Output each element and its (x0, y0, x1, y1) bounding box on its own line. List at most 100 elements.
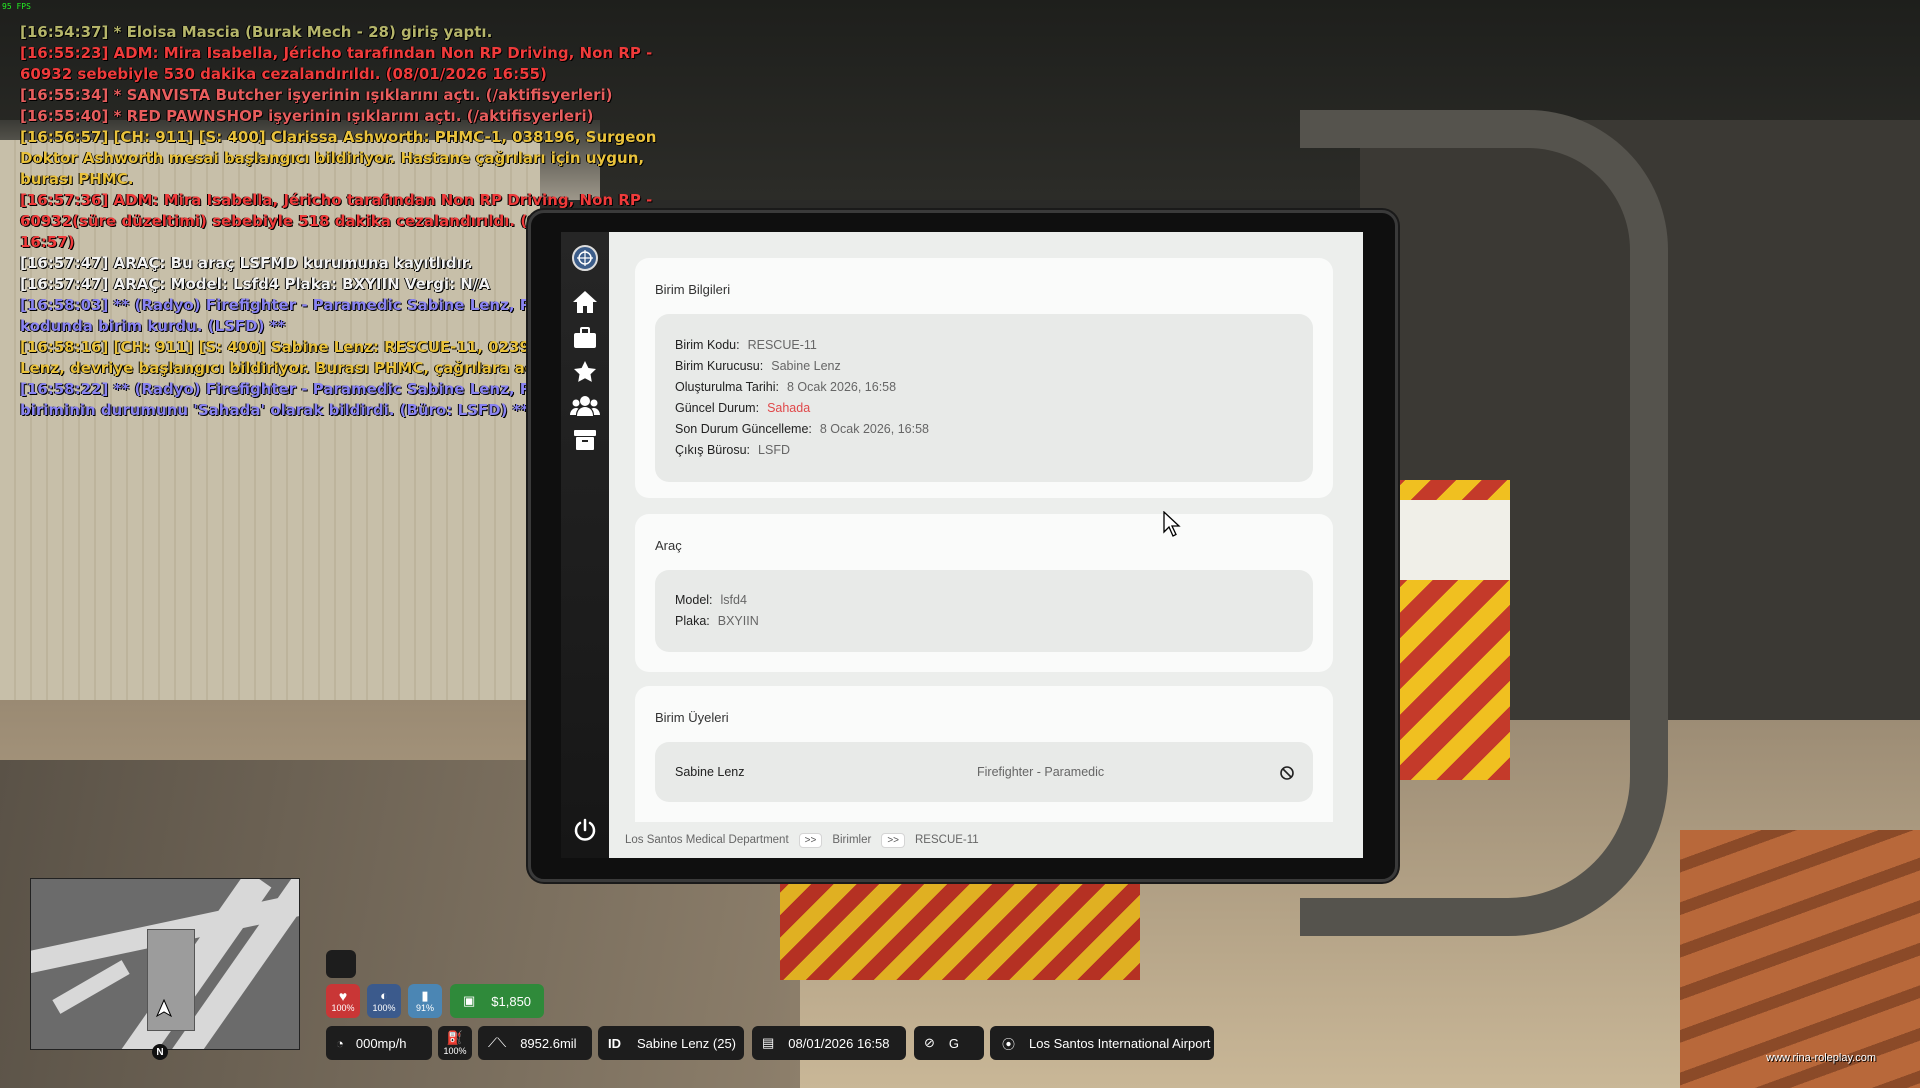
money-display: ▣ $1,850 (450, 984, 544, 1018)
map-road (52, 960, 130, 1014)
unit-info-details: Birim Kodu: RESCUE-11 Birim Kurucusu: Sabi… (655, 314, 1313, 482)
fuel-gauge: ⛽ 100% (438, 1026, 472, 1060)
member-role: Firefighter - Paramedic (977, 765, 1105, 779)
thirst-value: 91% (415, 1003, 434, 1013)
field-label: Oluşturulma Tarihi: (675, 380, 779, 394)
vehicle-card: Araç Model: lsfd4 Plaka: BXYIIN (635, 514, 1333, 672)
field-value: LSFD (758, 443, 790, 457)
department-logo-icon[interactable] (569, 242, 601, 274)
vehicle-plate-row: Plaka: BXYIIN (675, 614, 759, 628)
office-row: Çıkış Bürosu: LSFD (675, 443, 790, 457)
calendar-icon: ▤ (762, 1035, 775, 1050)
field-value: 8 Ocak 2026, 16:58 (819, 422, 929, 436)
field-label: Çıkış Bürosu: (675, 443, 751, 457)
members-card: Birim Üyeleri Sabine Lenz Firefighter - … (635, 686, 1333, 822)
archive-icon[interactable] (569, 424, 601, 456)
last-update-row: Son Durum Güncelleme: 8 Ocak 2026, 16:58 (675, 422, 929, 436)
mdt-tablet: Birim Bilgileri Birim Kodu: RESCUE-11 Bir… (528, 210, 1398, 882)
voice-indicator (326, 950, 356, 978)
users-icon[interactable] (569, 390, 601, 422)
unit-code-row: Birim Kodu: RESCUE-11 (675, 338, 817, 352)
player-id: ID Sabine Lenz (25) (598, 1026, 744, 1060)
hunger-stat: ◐ 100% (367, 984, 401, 1018)
water-bottle-icon: ▮ (421, 988, 429, 1003)
chat-line: [16:55:40] * RED PAWNSHOP işyerinin ışık… (20, 107, 594, 125)
created-date-row: Oluşturulma Tarihi: 8 Ocak 2026, 16:58 (675, 380, 896, 394)
field-value: lsfd4 (720, 593, 747, 607)
location-value: Los Santos International Airport (1029, 1035, 1211, 1051)
unit-creator-row: Birim Kurucusu: Sabine Lenz (675, 359, 841, 373)
member-name: Sabine Lenz (675, 765, 745, 779)
breadcrumb-current-unit: RESCUE-11 (915, 834, 979, 846)
breadcrumb-separator: >> (881, 832, 905, 848)
remove-circle-icon[interactable] (1279, 765, 1295, 781)
road-icon: ⟋⟍ (488, 1035, 507, 1050)
home-icon[interactable] (569, 286, 601, 318)
ambulance-rear (780, 870, 1140, 980)
heading-display: ⊘ G (914, 1026, 984, 1060)
chat-line: [16:54:37] * Eloisa Mascia (Burak Mech -… (20, 23, 493, 41)
breadcrumb-separator: >> (798, 832, 823, 848)
datetime-value: 08/01/2026 16:58 (788, 1035, 890, 1051)
fire-truck-cab (1390, 500, 1510, 580)
food-icon: ◐ (380, 988, 388, 1003)
odometer: ⟋⟍ 8952.6mil (478, 1026, 592, 1060)
field-label: Güncel Durum: (675, 401, 760, 415)
current-status-row: Güncel Durum: Sahada (675, 401, 810, 415)
player-name: Sabine Lenz (25) (637, 1035, 737, 1051)
status-value: Sahada (767, 401, 811, 415)
breadcrumb-units[interactable]: Birimler (832, 834, 871, 846)
compass-icon: ⊘ (924, 1035, 935, 1050)
speedometer: ◔ 000mp/h (326, 1026, 432, 1060)
chat-line: [16:56:57] [CH: 911] [S: 400] Clarissa A… (20, 128, 657, 188)
mouse-cursor-icon (1163, 510, 1181, 542)
speed-value: 000mp/h (355, 1035, 407, 1051)
health-value: 100% (331, 1003, 355, 1013)
chat-line: [16:55:34] * SANVISTA Butcher işyerinin … (20, 86, 613, 104)
location-display: ⦿ Los Santos International Airport (990, 1026, 1214, 1060)
field-value: 8 Ocak 2026, 16:58 (786, 380, 897, 394)
field-label: Son Durum Güncelleme: (675, 422, 812, 436)
vehicle-details: Model: lsfd4 Plaka: BXYIIN (655, 570, 1313, 652)
date-time: ▤ 08/01/2026 16:58 (752, 1026, 906, 1060)
vehicle-title: Araç (655, 538, 682, 553)
power-icon[interactable] (569, 814, 601, 846)
fuel-value: 100% (443, 1046, 467, 1056)
thirst-stat: ▮ 91% (408, 984, 442, 1018)
compass-north: N (152, 1044, 168, 1060)
unit-info-title: Birim Bilgileri (655, 282, 731, 297)
heart-icon: ♥ (338, 988, 348, 1004)
tablet-content: Birim Bilgileri Birim Kodu: RESCUE-11 Bir… (609, 232, 1363, 822)
field-label: Birim Kodu: (675, 338, 740, 352)
members-title: Birim Üyeleri (655, 710, 729, 725)
hunger-value: 100% (372, 1003, 396, 1013)
server-watermark: www.rina-roleplay.com (1766, 1052, 1876, 1064)
member-row[interactable]: Sabine Lenz Firefighter - Paramedic (655, 742, 1313, 802)
field-label: Plaka: (675, 614, 710, 628)
heading-value: G (948, 1035, 960, 1051)
breadcrumb-department[interactable]: Los Santos Medical Department (625, 834, 789, 846)
briefcase-icon[interactable] (569, 322, 601, 354)
player-arrow-icon (155, 998, 173, 1022)
breadcrumb: Los Santos Medical Department >> Birimle… (609, 822, 1363, 858)
chat-line: [16:55:23] ADM: Mira Isabella, Jéricho t… (20, 44, 653, 83)
field-value: RESCUE-11 (747, 338, 817, 352)
mileage-value: 8952.6mil (520, 1035, 577, 1051)
minimap (30, 878, 300, 1050)
location-pin-icon: ⦿ (1002, 1036, 1016, 1052)
money-value: $1,850 (491, 993, 532, 1009)
vehicle-model-row: Model: lsfd4 (675, 593, 747, 607)
field-value: Sabine Lenz (771, 359, 841, 373)
star-icon[interactable] (569, 356, 601, 388)
wallet-icon: ▣ (462, 993, 476, 1008)
field-label: Model: (675, 593, 713, 607)
wooden-bench (1680, 830, 1920, 1088)
fuel-pump-icon: ⛽ (446, 1030, 464, 1045)
fps-counter: 95 FPS (2, 2, 31, 11)
health-stat: ♥ 100% (326, 984, 360, 1018)
side-nav (561, 232, 609, 858)
tablet-screen: Birim Bilgileri Birim Kodu: RESCUE-11 Bir… (561, 232, 1363, 858)
unit-info-card: Birim Bilgileri Birim Kodu: RESCUE-11 Bir… (635, 258, 1333, 498)
field-label: Birim Kurucusu: (675, 359, 764, 373)
id-icon: ID (608, 1035, 621, 1051)
